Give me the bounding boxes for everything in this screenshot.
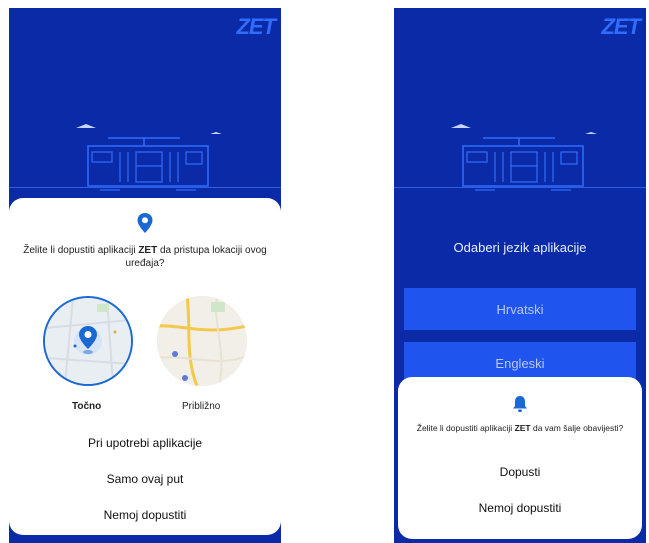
- approximate-label: Približno: [182, 401, 221, 412]
- horizon-line: [9, 187, 281, 188]
- screenshot-stage: ZET Želite li dopustiti aplikaciji ZET d…: [0, 0, 649, 543]
- question-app-name: ZET: [138, 245, 158, 256]
- notif-question-prefix: Želite li dopustiti aplikaciji: [416, 423, 515, 433]
- location-question: Želite li dopustiti aplikaciji ZET da pr…: [19, 244, 271, 270]
- precise-label: Točno: [72, 401, 102, 412]
- language-prompt: Odaberi jezik aplikacije: [453, 240, 587, 255]
- deny-notifications-button[interactable]: Nemoj dopustiti: [398, 501, 642, 515]
- zet-logo: ZET: [236, 14, 276, 39]
- bell-icon: [513, 396, 527, 412]
- notification-permission-dialog: Želite li dopustiti aplikaciji ZET da va…: [398, 377, 642, 539]
- zet-logo: ZET: [601, 14, 641, 39]
- location-permission-dialog: Želite li dopustiti aplikaciji ZET da pr…: [9, 198, 281, 535]
- location-pin-icon: [137, 213, 153, 233]
- question-prefix: Želite li dopustiti aplikaciji: [23, 245, 139, 256]
- language-croatian-button[interactable]: Hrvatski: [404, 288, 636, 330]
- approximate-map-icon: [157, 296, 247, 386]
- approximate-location-option[interactable]: [157, 296, 247, 386]
- deny-location-button[interactable]: Nemoj dopustiti: [9, 508, 281, 522]
- tram-illustration-icon: [76, 124, 222, 191]
- precise-location-option[interactable]: [43, 296, 133, 386]
- tram-illustration-icon: [451, 124, 597, 191]
- phone-screen-location: ZET Želite li dopustiti aplikaciji ZET d…: [9, 8, 281, 543]
- allow-while-using-button[interactable]: Pri upotrebi aplikacije: [9, 436, 281, 450]
- horizon-line: [394, 187, 646, 188]
- phone-screen-language: ZET Odaberi jezik aplikacije Hrvatski En…: [394, 8, 646, 543]
- notif-question-app-name: ZET: [514, 423, 531, 433]
- notification-question: Želite li dopustiti aplikaciji ZET da va…: [412, 423, 628, 434]
- allow-notifications-button[interactable]: Dopusti: [398, 465, 642, 479]
- allow-once-button[interactable]: Samo ovaj put: [9, 472, 281, 486]
- precise-map-icon: [45, 298, 131, 384]
- notif-question-suffix: da vam šalje obavijesti?: [530, 423, 624, 433]
